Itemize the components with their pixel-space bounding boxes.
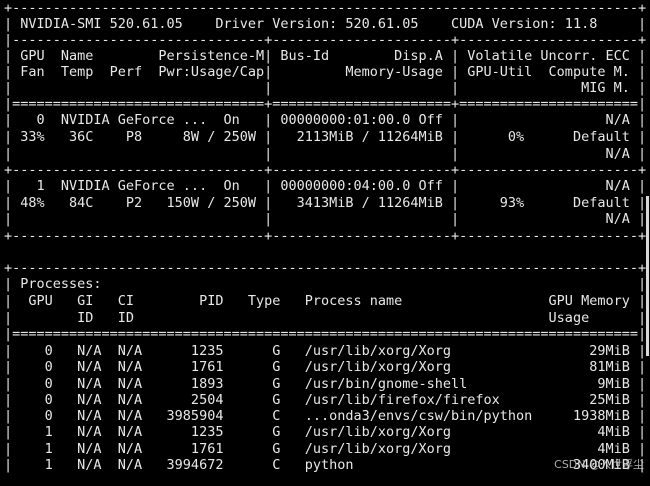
process-row: | 0 N/A N/A 3985904 C ...onda3/envs/csw/…	[4, 408, 647, 424]
gpu-separator: +-------------------------------+-------…	[4, 162, 647, 178]
process-row: | 0 N/A N/A 1761 G /usr/lib/xorg/Xorg 81…	[4, 359, 647, 375]
processes-header-row-1: | GPU GI CI PID Type Process name GPU Me…	[4, 293, 647, 309]
gpu-1-row-3: | | | N/A |	[4, 211, 647, 227]
process-row: | 0 N/A N/A 1235 G /usr/lib/xorg/Xorg 29…	[4, 343, 647, 359]
gpu-header-row-1: | GPU Name Persistence-M| Bus-Id Disp.A …	[4, 48, 647, 64]
processes-double-rule: |=======================================…	[4, 326, 647, 342]
gpu-header-double-rule: |===============================+=======…	[4, 96, 647, 112]
nvidia-smi-version-line: | NVIDIA-SMI 520.61.05 Driver Version: 5…	[4, 16, 647, 32]
process-row: | 1 N/A N/A 3994672 C python 3400MiB |	[4, 457, 647, 473]
gpu-header-row-2: | Fan Temp Perf Pwr:Usage/Cap| Memory-Us…	[4, 64, 647, 80]
csdn-watermark: CSDN @入世浮尘	[554, 458, 644, 471]
gpu-table-bottom-border: +-------------------------------+-------…	[4, 228, 647, 244]
terminal-window[interactable]: +---------------------------------------…	[0, 0, 650, 486]
gpu-0-row-3: | | | N/A |	[4, 146, 647, 162]
gpu-1-row-1: | 1 NVIDIA GeForce ... On | 00000000:04:…	[4, 178, 647, 194]
vertical-scrollbar[interactable]	[646, 196, 649, 356]
header-separator: |-------------------------------+-------…	[4, 32, 647, 48]
process-row: | 0 N/A N/A 1893 G /usr/bin/gnome-shell …	[4, 376, 647, 392]
scrollbar-thumb[interactable]	[646, 196, 649, 356]
processes-top-border: +---------------------------------------…	[4, 260, 647, 276]
process-row: | 1 N/A N/A 1761 G /usr/lib/xorg/Xorg 4M…	[4, 441, 647, 457]
process-row: | 0 N/A N/A 2504 G /usr/lib/firefox/fire…	[4, 392, 647, 408]
nvidia-smi-top-border: +---------------------------------------…	[4, 0, 647, 16]
processes-title: | Processes: |	[4, 276, 647, 292]
processes-header-row-2: | ID ID Usage |	[4, 310, 647, 326]
gpu-0-row-1: | 0 NVIDIA GeForce ... On | 00000000:01:…	[4, 112, 647, 128]
gpu-0-row-2: | 33% 36C P8 8W / 250W | 2113MiB / 11264…	[4, 129, 647, 145]
gpu-header-row-3: | | | MIG M. |	[4, 80, 647, 96]
gpu-1-row-2: | 48% 84C P2 150W / 250W | 3413MiB / 112…	[4, 195, 647, 211]
process-row: | 1 N/A N/A 1235 G /usr/lib/xorg/Xorg 4M…	[4, 424, 647, 440]
